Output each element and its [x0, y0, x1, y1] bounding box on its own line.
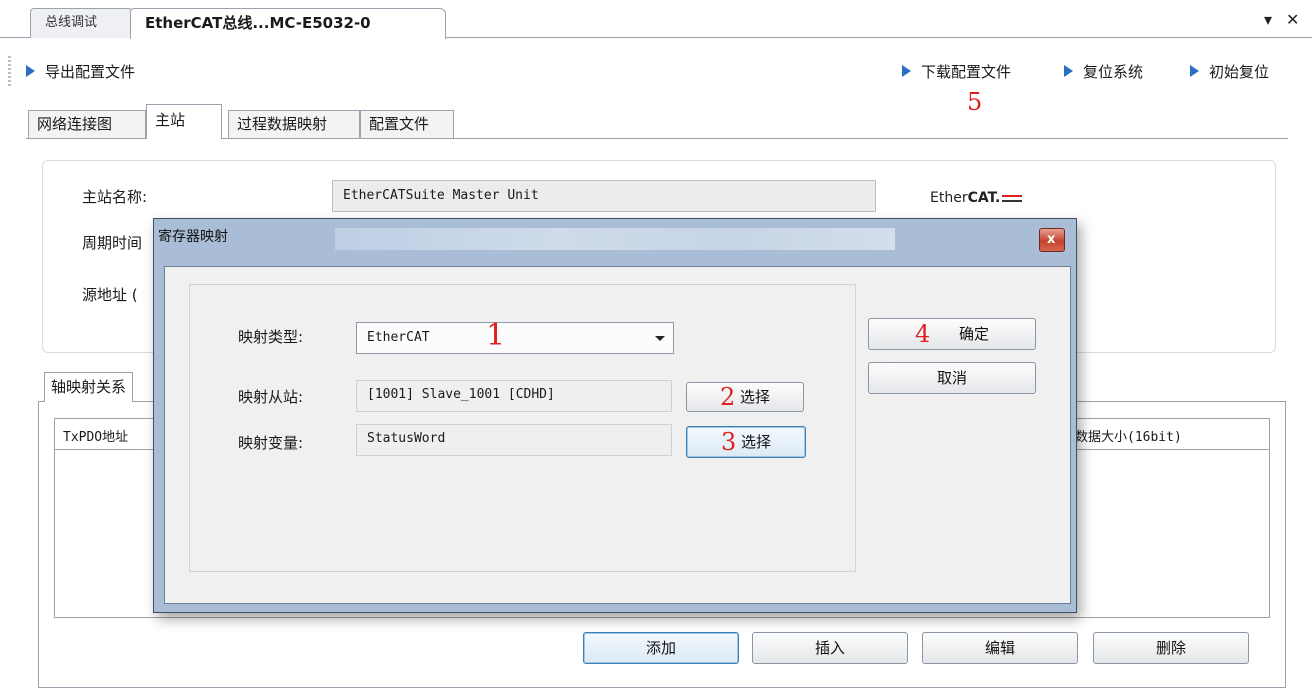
master-name-field[interactable]: EtherCATSuite Master Unit: [332, 180, 876, 212]
mapping-type-select[interactable]: EtherCAT: [356, 322, 674, 354]
tab-process-data-mapping[interactable]: 过程数据映射: [228, 110, 360, 138]
annotation-1: 1: [486, 318, 506, 353]
play-arrow-icon: [26, 65, 35, 77]
tab-axis-mapping[interactable]: 轴映射关系: [44, 372, 134, 402]
select-slave-button[interactable]: 2 选择: [686, 382, 804, 412]
annotation-5: 5: [967, 88, 983, 116]
mapping-slave-label: 映射从站:: [238, 388, 304, 406]
download-config-label: 下载配置文件: [921, 62, 1012, 81]
column-data-size[interactable]: 数据大小(16bit): [1075, 426, 1182, 445]
close-icon: x: [1047, 232, 1056, 247]
edit-button[interactable]: 编辑: [922, 632, 1078, 664]
insert-button[interactable]: 插入: [752, 632, 908, 664]
dropdown-icon[interactable]: ▾: [1264, 10, 1272, 29]
doc-tab-ethercat-bus[interactable]: EtherCAT总线...MC-E5032-0: [130, 8, 446, 39]
tab-network-diagram[interactable]: 网络连接图: [28, 110, 146, 138]
play-arrow-icon: [1190, 65, 1199, 77]
dialog-close-button[interactable]: x: [1039, 228, 1065, 252]
mapping-variable-field[interactable]: StatusWord: [356, 424, 672, 456]
close-icon[interactable]: ✕: [1286, 10, 1299, 29]
select-slave-label: 选择: [740, 388, 771, 406]
download-config-button[interactable]: 下载配置文件: [902, 60, 1011, 82]
master-name-label: 主站名称:: [82, 188, 148, 206]
column-txpdo-address[interactable]: TxPDO地址: [63, 426, 128, 445]
play-arrow-icon: [902, 65, 911, 77]
annotation-4: 4: [914, 320, 931, 348]
dialog-title: 寄存器映射: [158, 229, 228, 245]
cycle-time-label: 周期时间: [82, 234, 143, 252]
ethercat-logo: EtherCAT.: [930, 190, 1024, 206]
tab-config-file[interactable]: 配置文件: [360, 110, 454, 138]
tab-master[interactable]: 主站: [146, 104, 222, 139]
play-arrow-icon: [1064, 65, 1073, 77]
mapping-type-label: 映射类型:: [238, 328, 304, 346]
initial-reset-button[interactable]: 初始复位: [1190, 60, 1269, 82]
select-variable-label: 选择: [741, 433, 772, 451]
annotation-2: 2: [719, 383, 736, 411]
logo-prefix: Ether: [930, 190, 968, 206]
select-variable-button[interactable]: 3 选择: [686, 426, 806, 458]
export-config-label: 导出配置文件: [45, 62, 136, 81]
doc-tab-bus-debug[interactable]: 总线调试: [30, 8, 134, 38]
delete-button[interactable]: 删除: [1093, 632, 1249, 664]
ok-button[interactable]: 4 确定: [868, 318, 1036, 350]
reset-system-label: 复位系统: [1083, 62, 1144, 81]
cancel-button[interactable]: 取消: [868, 362, 1036, 394]
chevron-down-icon: [655, 336, 665, 341]
ok-label: 确定: [959, 325, 990, 343]
annotation-3: 3: [720, 428, 737, 456]
source-address-label: 源地址 (: [82, 286, 138, 304]
export-config-button[interactable]: 导出配置文件: [26, 60, 135, 82]
logo-bold: CAT.: [967, 190, 1001, 206]
mapping-type-value: EtherCAT: [367, 330, 430, 345]
mapping-slave-field[interactable]: [1001] Slave_1001 [CDHD]: [356, 380, 672, 412]
toolbar-grip[interactable]: [8, 56, 11, 86]
add-button[interactable]: 添加: [583, 632, 739, 664]
reset-system-button[interactable]: 复位系统: [1064, 60, 1143, 82]
mapping-variable-label: 映射变量:: [238, 434, 304, 452]
logo-arrows-icon: [1002, 193, 1024, 203]
blurred-background-field: [335, 228, 895, 250]
initial-reset-label: 初始复位: [1209, 62, 1270, 81]
